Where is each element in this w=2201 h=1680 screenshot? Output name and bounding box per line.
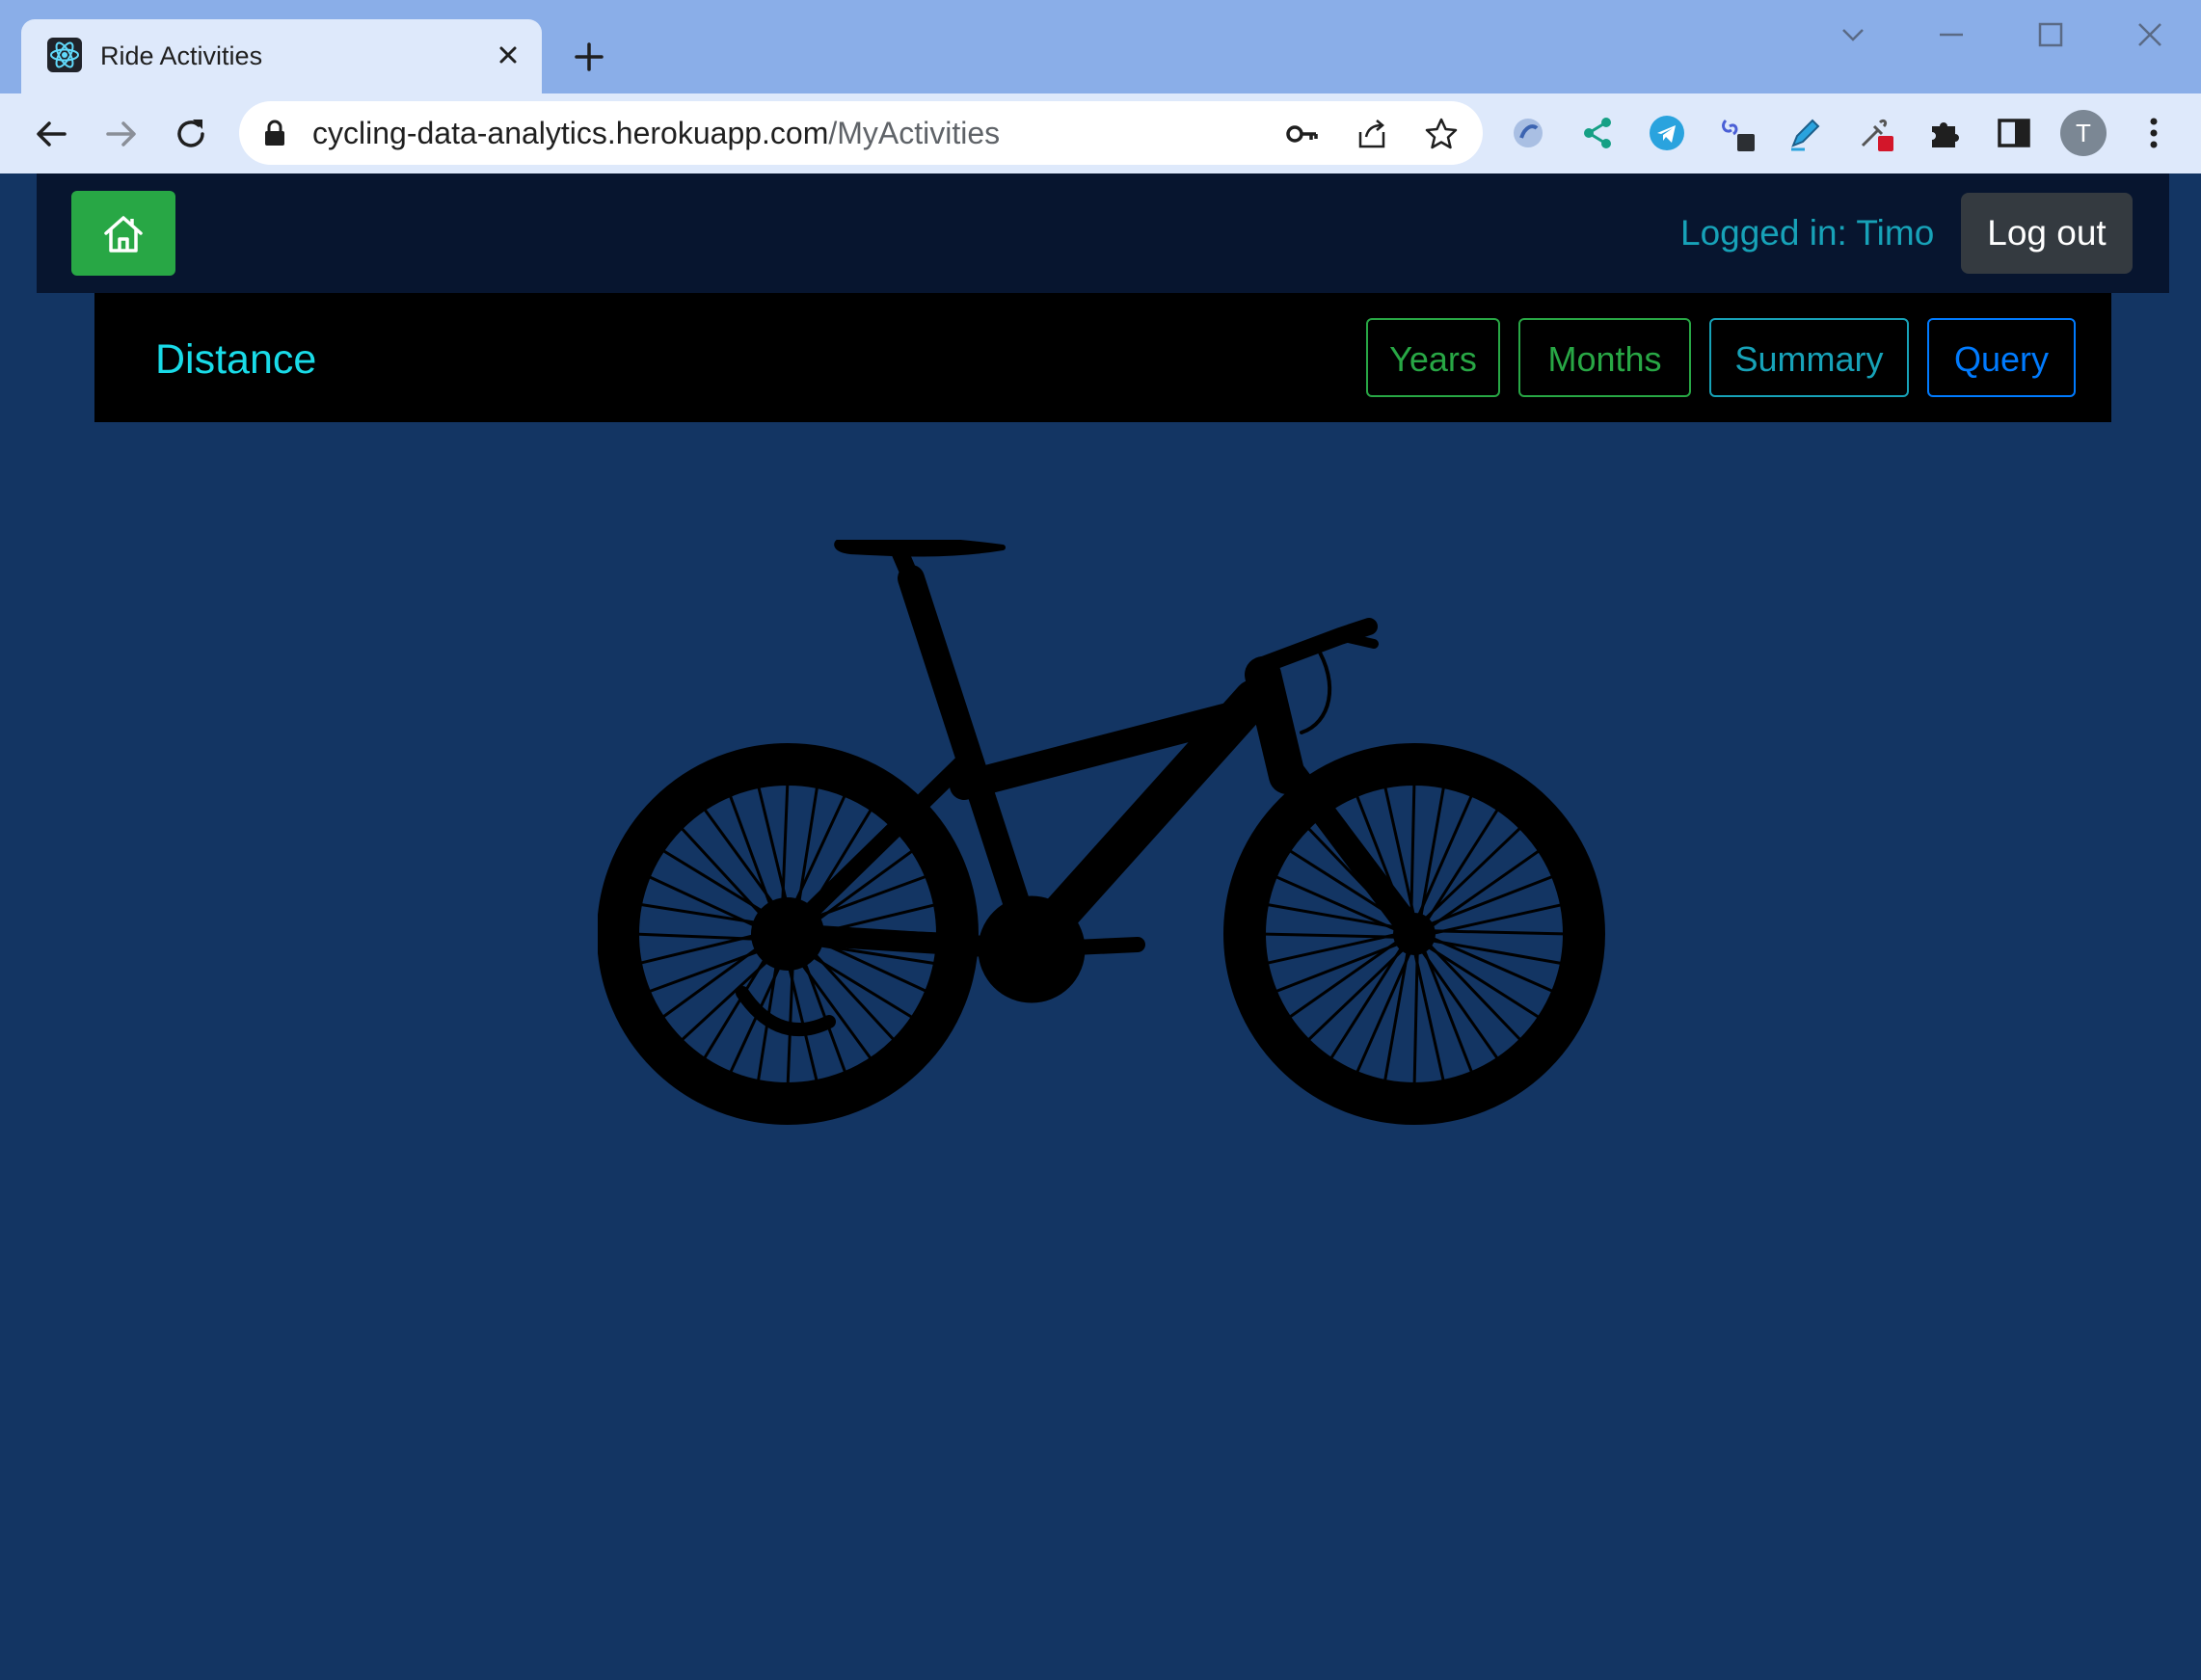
star-icon[interactable] [1422,115,1461,153]
browser-tab[interactable]: Ride Activities [21,19,542,93]
url-host: cycling-data-analytics.herokuapp.com [312,116,829,150]
logged-in-status: Logged in: Timo [1680,213,1935,253]
lock-icon[interactable] [262,120,287,147]
bicycle-illustration [598,540,1605,1125]
sub-navbar: Distance Years Months Summary Query [94,293,2111,422]
sidepanel-icon[interactable] [1994,113,2034,153]
address-bar[interactable]: cycling-data-analytics.herokuapp.com/MyA… [239,101,1483,165]
wheel-spoke [1259,932,1398,939]
key-icon[interactable] [1282,115,1321,153]
window-close-icon[interactable] [2129,13,2171,56]
wheel-spoke [781,779,790,906]
wheel-spoke [1431,929,1570,936]
extension-orb-icon[interactable] [1508,113,1548,153]
top-navbar: Logged in: Timo Log out [37,173,2169,293]
link-extension-icon[interactable] [1716,113,1757,153]
browser-chrome: Ride Activities cycling-data-analytics.h… [0,0,2201,173]
telegram-icon[interactable] [1647,113,1687,153]
home-button[interactable] [71,191,175,276]
wheel-spoke [1409,779,1416,918]
reload-icon[interactable] [168,111,214,157]
minimize-icon[interactable] [1930,13,1973,56]
url-text: cycling-data-analytics.herokuapp.com/MyA… [312,115,1000,151]
profile-avatar[interactable]: T [2060,110,2107,156]
url-path: /MyActivities [828,116,1001,150]
wheel-spoke [1412,950,1419,1089]
eyedropper-icon[interactable] [1855,113,1895,153]
wheel-spoke [1262,932,1398,966]
close-icon[interactable] [490,37,526,73]
back-icon[interactable] [28,111,74,157]
highlighter-icon[interactable] [1785,113,1826,153]
share-icon[interactable] [1353,115,1391,153]
tab-strip: Ride Activities [0,0,2201,93]
wheel-spoke [1431,902,1567,936]
forward-icon[interactable] [98,111,145,157]
page-content: Logged in: Timo Log out Distance Years M… [0,173,2201,1680]
maximize-icon[interactable] [2029,13,2072,56]
years-button[interactable]: Years [1366,318,1500,397]
plus-icon[interactable] [569,37,609,77]
wheel-spoke [632,932,760,941]
browser-toolbar: cycling-data-analytics.herokuapp.com/MyA… [0,93,2201,173]
query-button[interactable]: Query [1927,318,2076,397]
chevron-down-icon[interactable] [1832,13,1874,56]
page-title[interactable]: Distance [155,335,316,384]
react-favicon-icon [47,38,82,72]
tab-title: Ride Activities [100,41,263,70]
home-icon [104,216,143,253]
wheel-spoke [1412,950,1446,1086]
menu-icon[interactable] [2134,113,2174,153]
puzzle-icon[interactable] [1924,113,1965,153]
summary-button[interactable]: Summary [1709,318,1909,397]
logout-button[interactable]: Log out [1961,193,2133,274]
months-button[interactable]: Months [1518,318,1691,397]
wheel-spoke [644,873,761,930]
share-extension-icon[interactable] [1577,113,1618,153]
